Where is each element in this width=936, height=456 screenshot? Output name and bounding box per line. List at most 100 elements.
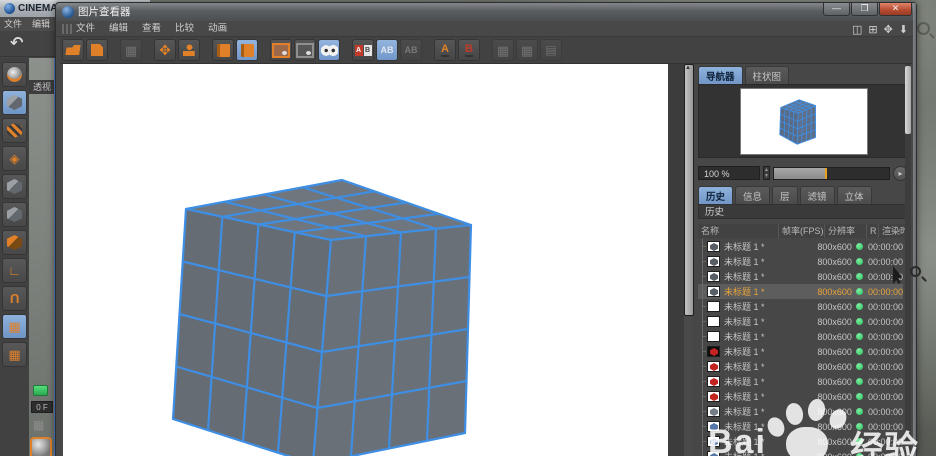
render-thumbnail [707, 331, 720, 342]
viewer-titlebar[interactable]: 图片查看器 [56, 3, 916, 21]
status-dot [856, 242, 868, 252]
render-canvas[interactable] [63, 64, 668, 456]
panel-scrollbar[interactable] [905, 64, 911, 456]
set-image-a-icon[interactable]: A [434, 39, 456, 61]
render-resolution: 800x600 [817, 392, 856, 402]
axis-icon[interactable]: ∟ [2, 258, 27, 283]
menu-item[interactable]: 文件 [4, 19, 22, 29]
zoom-slider[interactable] [773, 167, 890, 180]
render-view-icon[interactable] [2, 62, 27, 87]
render-name: 未标题 1 * [724, 285, 781, 298]
animation-toggle[interactable] [33, 385, 48, 396]
render-time: 00:00:00 [868, 257, 903, 267]
grid-rotate-icon[interactable]: ▦ [2, 342, 27, 367]
history-row[interactable]: 未标题 1 *800x60000:00:00 [698, 344, 903, 359]
history-row[interactable]: 未标题 1 *800x60000:00:00 [698, 329, 903, 344]
grid-lock-icon[interactable]: ▦ [2, 314, 27, 339]
cube-object-icon[interactable] [2, 90, 27, 115]
menu-item[interactable]: 比较 [175, 23, 194, 34]
navigator-tabs: 导航器柱状图 [698, 66, 789, 86]
canvas-scrollbar[interactable]: ▲ [684, 64, 692, 456]
set-image-b-icon[interactable]: B [458, 39, 480, 61]
history-row[interactable]: 未标题 1 *800x60000:00:00 [698, 374, 903, 389]
filmstrip-view-icon[interactable] [236, 39, 258, 61]
history-row[interactable]: 未标题 1 *800x60000:00:00 [698, 389, 903, 404]
menu-item[interactable]: 动画 [208, 23, 227, 34]
cube-polygons-icon[interactable] [2, 230, 27, 255]
ab-split-icon[interactable]: AB [376, 39, 398, 61]
viewport-label[interactable]: 透视 [29, 80, 55, 94]
preview-thumbnail [741, 89, 867, 154]
undo-icon[interactable]: ↶ [10, 33, 23, 53]
render-resolution: 800x600 [817, 332, 856, 342]
render-resolution: 800x600 [817, 422, 856, 432]
tab-history-滤镜[interactable]: 滤镜 [800, 186, 835, 206]
history-row[interactable]: 未标题 1 *800x60000:00:00 [698, 314, 903, 329]
menu-item[interactable]: 文件 [76, 23, 95, 34]
render-thumbnail [707, 346, 720, 357]
close-button[interactable]: ✕ [879, 3, 912, 16]
plane-object-icon[interactable]: ◈ [2, 146, 27, 171]
frame-field[interactable]: 0 F [31, 401, 53, 413]
render-thumbnail [707, 361, 720, 372]
open-file-icon[interactable] [62, 39, 84, 61]
menu-item[interactable]: 编辑 [32, 19, 50, 29]
history-row[interactable]: 未标题 1 *800x60000:00:00 [698, 404, 903, 419]
maximize-button[interactable]: ❐ [851, 3, 878, 16]
frame-b-icon[interactable] [294, 39, 316, 61]
zoom-input[interactable]: 100 % [698, 166, 760, 180]
menubar-grip[interactable] [62, 24, 72, 34]
cube-checker-icon[interactable] [2, 118, 27, 143]
history-row[interactable]: 未标题 1 *800x60000:00:00 [698, 284, 903, 299]
history-row[interactable]: 未标题 1 *800x60000:00:00 [698, 269, 903, 284]
zoom-stepper[interactable]: ▲▼ [763, 166, 770, 180]
column-rendertime[interactable]: 渲染时间 [878, 224, 908, 238]
ab-overlay-icon: AB [400, 39, 422, 61]
panel-toggle-icon[interactable]: ◫ [852, 23, 862, 36]
column-r[interactable]: R [866, 224, 878, 238]
menu-item[interactable]: 查看 [142, 23, 161, 34]
column-name[interactable]: 名称 [698, 224, 778, 238]
history-row[interactable]: 未标题 1 *800x60000:00:00 [698, 419, 903, 434]
material-ball[interactable] [30, 437, 52, 456]
history-row[interactable]: 未标题 1 *800x60000:00:00 [698, 359, 903, 374]
minimize-button[interactable]: — [823, 3, 850, 16]
scroll-up-icon[interactable]: ▲ [685, 65, 691, 71]
render-name: 未标题 1 * [724, 255, 781, 268]
cube-points-icon[interactable] [2, 174, 27, 199]
render-time: 00:00:00 [868, 302, 903, 312]
original-size-icon[interactable] [178, 39, 200, 61]
navigator-preview[interactable] [698, 84, 908, 158]
menu-item[interactable]: 编辑 [109, 23, 128, 34]
cinema4d-left-toolbar: ◈ ∟ U ▦ ▦ [0, 58, 29, 456]
fit-to-screen-icon[interactable]: ✥ [154, 39, 176, 61]
cube-edges-icon[interactable] [2, 202, 27, 227]
history-row[interactable]: 未标题 1 *800x60000:00:00 [698, 434, 903, 449]
tab-navigator-导航器[interactable]: 导航器 [698, 66, 743, 86]
swap-ab-icon: ▦ [492, 39, 514, 61]
collapse-panel-icon[interactable]: ⬇ [899, 23, 908, 36]
single-view-icon[interactable] [212, 39, 234, 61]
tab-history-信息[interactable]: 信息 [735, 186, 770, 206]
tab-history-立体[interactable]: 立体 [837, 186, 872, 206]
ab-compare-icon[interactable]: AB [352, 39, 374, 61]
history-row[interactable]: 未标题 1 *800x60000:00:00 [698, 239, 903, 254]
panel-splitter[interactable] [668, 64, 684, 456]
column-fps[interactable]: 帧率(FPS) [778, 224, 824, 238]
dock-window-icon[interactable]: ⊞ [868, 23, 877, 36]
tab-history-历史[interactable]: 历史 [698, 186, 733, 206]
render-time: 00:00:00 [868, 422, 903, 432]
history-row[interactable]: 未标题 1 *800x60000:00:00 [698, 254, 903, 269]
frame-a-icon[interactable] [270, 39, 292, 61]
tab-navigator-柱状图[interactable]: 柱状图 [745, 66, 790, 86]
compare-view-icon[interactable] [318, 39, 340, 61]
magnet-icon[interactable]: U [2, 286, 27, 311]
render-name: 未标题 1 * [724, 435, 781, 448]
save-file-icon[interactable] [86, 39, 108, 61]
tab-history-层[interactable]: 层 [772, 186, 798, 206]
history-row[interactable]: 未标题 1 *800x60000:00:00 [698, 299, 903, 314]
history-row[interactable]: 未标题 1 *800x60000:00:00 [698, 449, 903, 456]
column-resolution[interactable]: 分辨率 [824, 224, 866, 238]
move-panel-icon[interactable]: ✥ [884, 23, 893, 36]
render-time: 00:00:00 [868, 347, 903, 357]
